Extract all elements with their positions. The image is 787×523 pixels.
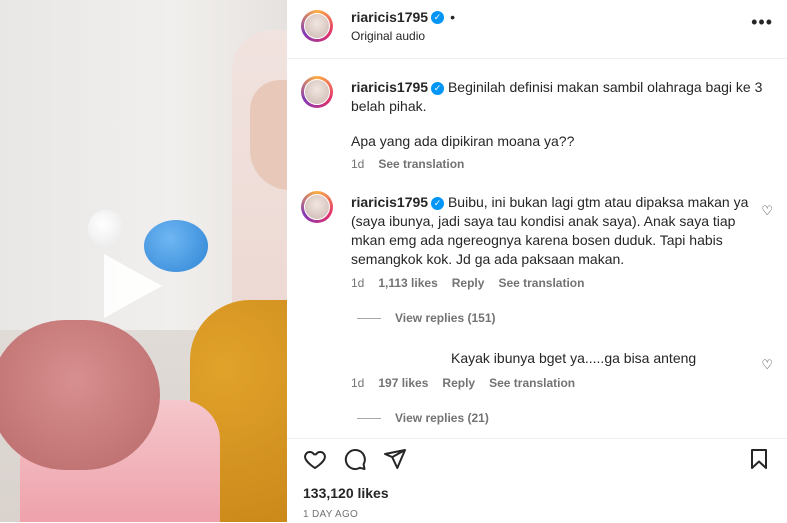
comment-likes[interactable]: 197 likes bbox=[378, 376, 428, 390]
action-bar: 133,120 likes 1 DAY AGO bbox=[287, 438, 787, 523]
reply-button[interactable]: Reply bbox=[452, 276, 485, 290]
comment-likes[interactable]: 1,113 likes bbox=[378, 276, 437, 290]
like-comment-icon[interactable]: ♡ bbox=[761, 357, 773, 373]
more-icon[interactable]: ••• bbox=[751, 12, 773, 33]
separator-dot: • bbox=[450, 9, 455, 25]
verified-icon: ✓ bbox=[431, 196, 445, 210]
like-comment-icon[interactable]: ♡ bbox=[761, 203, 773, 219]
comment-time: 1d bbox=[351, 376, 365, 390]
comment-body: riaricis1795 ✓ Buibu, ini bukan lagi gtm … bbox=[351, 193, 761, 269]
caption-text-line3: Apa yang ada dipikiran moana ya?? bbox=[351, 133, 575, 149]
reply-button[interactable]: Reply bbox=[442, 376, 475, 390]
post-time: 1 DAY AGO bbox=[303, 509, 359, 520]
share-icon[interactable] bbox=[383, 447, 407, 471]
comment-line: Kayak ibunya bget ya.....ga bisa anteng bbox=[451, 350, 697, 366]
verified-icon: ✓ bbox=[431, 11, 445, 25]
video-baby bbox=[0, 320, 160, 470]
caption-meta: 1d See translation bbox=[351, 157, 478, 171]
header-username[interactable]: riaricis1795 bbox=[351, 9, 428, 25]
play-icon[interactable] bbox=[104, 254, 162, 318]
heart-icon[interactable] bbox=[303, 447, 327, 471]
post-likes[interactable]: 133,120 likes bbox=[303, 485, 389, 501]
comment-username[interactable]: riaricis1795 bbox=[351, 194, 428, 210]
replies-divider bbox=[357, 418, 381, 420]
comment-time: 1d bbox=[351, 276, 365, 290]
avatar[interactable] bbox=[301, 10, 333, 42]
comment-line: (saya ibunya, jadi saya tau kondisi anak… bbox=[351, 213, 736, 229]
view-replies-button[interactable]: View replies (21) bbox=[357, 411, 489, 425]
comment-meta: 1d 197 likes Reply See translation bbox=[351, 376, 589, 390]
video-player[interactable] bbox=[0, 0, 287, 522]
avatar[interactable] bbox=[301, 351, 333, 375]
audio-label[interactable]: Original audio bbox=[351, 29, 425, 43]
comment-line: Buibu, ini bukan lagi gtm atau dipaksa m… bbox=[447, 194, 749, 210]
view-replies-label: View replies (21) bbox=[395, 411, 489, 425]
comment-meta: 1d 1,113 likes Reply See translation bbox=[351, 276, 598, 290]
caption-body: riaricis1795 ✓ Beginilah definisi makan s… bbox=[351, 78, 766, 116]
comment-icon[interactable] bbox=[343, 447, 367, 471]
bookmark-icon[interactable] bbox=[747, 447, 771, 471]
caption-text-line1: Beginilah definisi makan sambil olahraga… bbox=[447, 79, 763, 95]
see-translation-link[interactable]: See translation bbox=[378, 157, 464, 171]
avatar[interactable] bbox=[301, 191, 333, 223]
view-replies-label: View replies (151) bbox=[395, 311, 496, 325]
verified-icon: ✓ bbox=[431, 81, 445, 95]
caption-username[interactable]: riaricis1795 bbox=[351, 79, 428, 95]
see-translation-link[interactable]: See translation bbox=[498, 276, 584, 290]
video-lamp bbox=[88, 210, 124, 246]
replies-divider bbox=[357, 318, 381, 320]
see-translation-link[interactable]: See translation bbox=[489, 376, 575, 390]
post-header: riaricis1795 ✓ • Original audio ••• bbox=[287, 0, 787, 59]
comment-line: semangkok kok. Jd ga ada paksaan makan. bbox=[351, 251, 625, 267]
avatar[interactable] bbox=[301, 76, 333, 108]
caption-time: 1d bbox=[351, 157, 365, 171]
header-user: riaricis1795 ✓ • bbox=[351, 9, 455, 27]
comment-line: mkan emg ada ngereognya karena bosen dud… bbox=[351, 232, 723, 248]
caption-text-line2: belah pihak. bbox=[351, 98, 427, 114]
view-replies-button[interactable]: View replies (151) bbox=[357, 311, 496, 325]
